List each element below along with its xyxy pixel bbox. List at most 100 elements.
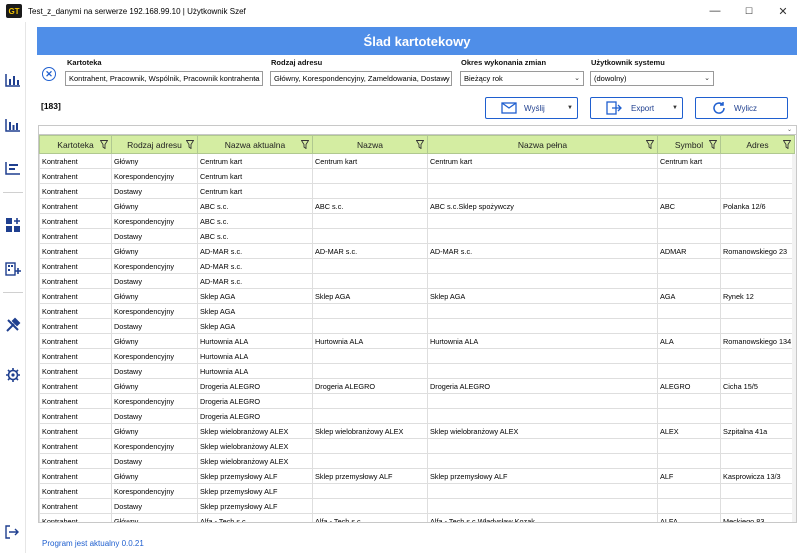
table-cell: Sklep przemysłowy ALF bbox=[427, 468, 658, 484]
table-row[interactable]: Kontrahent Główny AD-MAR s.c. AD-MAR s.c. AD… bbox=[39, 243, 795, 259]
filter-icon[interactable] bbox=[416, 140, 424, 149]
column-header[interactable]: Symbol bbox=[657, 135, 721, 154]
table-cell bbox=[657, 393, 721, 409]
table-cell bbox=[312, 213, 428, 229]
table-row[interactable]: Kontrahent Korespondencyjny Sklep wielobra… bbox=[39, 438, 795, 454]
filter-icon[interactable] bbox=[709, 140, 717, 149]
table-row[interactable]: Kontrahent Główny Sklep AGA Sklep AGA Sklep … bbox=[39, 288, 795, 304]
table-cell: Centrum kart bbox=[312, 153, 428, 169]
table-cell bbox=[427, 303, 658, 319]
table-cell: Kontrahent bbox=[39, 453, 112, 469]
table-cell bbox=[312, 453, 428, 469]
table-row[interactable]: Kontrahent Dostawy Hurtownia ALA bbox=[39, 363, 795, 379]
table-row[interactable]: Kontrahent Dostawy Drogeria ALEGRO bbox=[39, 408, 795, 424]
table-row[interactable]: Kontrahent Dostawy ABC s.c. bbox=[39, 228, 795, 244]
vertical-scrollbar[interactable] bbox=[792, 154, 796, 522]
column-header[interactable]: Adres bbox=[720, 135, 795, 154]
table-row[interactable]: Kontrahent Główny Sklep wielobranżowy ALEX… bbox=[39, 423, 795, 439]
bar-chart-icon[interactable] bbox=[3, 70, 23, 90]
column-header[interactable]: Nazwa bbox=[312, 135, 428, 154]
table-row[interactable]: Kontrahent Korespondencyjny Sklep przemysł… bbox=[39, 483, 795, 499]
table-cell: ALA bbox=[657, 333, 721, 349]
table-cell bbox=[720, 498, 795, 514]
page-title: Ślad kartotekowy bbox=[37, 27, 797, 55]
column-chart-icon[interactable] bbox=[3, 115, 23, 135]
caret-down-icon: ▼ bbox=[672, 105, 678, 111]
table-cell: Drogeria ALEGRO bbox=[312, 378, 428, 394]
table-cell bbox=[720, 153, 795, 169]
table-cell: Centrum kart bbox=[197, 183, 313, 199]
table-row[interactable]: Kontrahent Główny Hurtownia ALA Hurtownia A… bbox=[39, 333, 795, 349]
column-header[interactable]: Nazwa pełna bbox=[427, 135, 658, 154]
table-row[interactable]: Kontrahent Korespondencyjny Sklep AGA bbox=[39, 303, 795, 319]
kartoteka-select[interactable]: Kontrahent, Pracownik, Wspólnik, Pracown… bbox=[65, 71, 263, 86]
table-row[interactable]: Kontrahent Główny Alfa - Tech s.c. Alfa - T… bbox=[39, 513, 795, 522]
table-row[interactable]: Kontrahent Korespondencyjny ABC s.c. bbox=[39, 213, 795, 229]
table-row[interactable]: Kontrahent Korespondencyjny AD-MAR s.c. bbox=[39, 258, 795, 274]
table-row[interactable]: Kontrahent Korespondencyjny Centrum kart bbox=[39, 168, 795, 184]
table-row[interactable]: Kontrahent Dostawy Sklep wielobranżowy ALE… bbox=[39, 453, 795, 469]
table-cell: Korespondencyjny bbox=[111, 213, 198, 229]
export-button[interactable]: Export ▼ bbox=[590, 97, 683, 119]
grid-group-bar: ⌄ bbox=[39, 126, 796, 135]
table-cell: Kontrahent bbox=[39, 228, 112, 244]
table-cell: ABC s.c. bbox=[312, 198, 428, 214]
export-icon bbox=[605, 101, 623, 115]
tools-icon[interactable] bbox=[3, 315, 23, 335]
chevron-down-icon[interactable]: ⌄ bbox=[787, 126, 792, 133]
filter-icon[interactable] bbox=[186, 140, 194, 149]
clear-filters-button[interactable]: ✕ bbox=[42, 67, 56, 81]
table-row[interactable]: Kontrahent Dostawy Sklep przemysłowy ALF bbox=[39, 498, 795, 514]
building-add-icon[interactable] bbox=[3, 258, 23, 278]
table-row[interactable]: Kontrahent Główny Centrum kart Centrum kart… bbox=[39, 153, 795, 169]
table-row[interactable]: Kontrahent Dostawy Centrum kart bbox=[39, 183, 795, 199]
column-header[interactable]: Nazwa aktualna bbox=[197, 135, 313, 154]
send-button[interactable]: Wyślij ▼ bbox=[485, 97, 578, 119]
table-cell: Kontrahent bbox=[39, 273, 112, 289]
table-cell bbox=[720, 183, 795, 199]
filter-icon[interactable] bbox=[301, 140, 309, 149]
table-row[interactable]: Kontrahent Dostawy AD-MAR s.c. bbox=[39, 273, 795, 289]
table-cell bbox=[312, 228, 428, 244]
table-cell: AD-MAR s.c. bbox=[197, 243, 313, 259]
table-cell: Korespondencyjny bbox=[111, 438, 198, 454]
table-cell: Cicha 15/5 bbox=[720, 378, 795, 394]
table-row[interactable]: Kontrahent Główny Sklep przemysłowy ALF Skl… bbox=[39, 468, 795, 484]
table-row[interactable]: Kontrahent Dostawy Sklep AGA bbox=[39, 318, 795, 334]
table-cell: Dostawy bbox=[111, 183, 198, 199]
table-row[interactable]: Kontrahent Główny Drogeria ALEGRO Drogeria … bbox=[39, 378, 795, 394]
table-cell bbox=[427, 438, 658, 454]
filter-icon[interactable] bbox=[646, 140, 654, 149]
table-cell: Drogeria ALEGRO bbox=[197, 378, 313, 394]
maximize-button[interactable]: ☐ bbox=[732, 0, 766, 22]
gear-icon[interactable] bbox=[3, 365, 23, 385]
filter-icon[interactable] bbox=[783, 140, 791, 149]
table-cell bbox=[657, 213, 721, 229]
close-button[interactable]: ✕ bbox=[766, 0, 800, 22]
minimize-button[interactable]: — bbox=[698, 0, 732, 22]
table-cell: Kontrahent bbox=[39, 423, 112, 439]
table-row[interactable]: Kontrahent Główny ABC s.c. ABC s.c. ABC s.c.… bbox=[39, 198, 795, 214]
filter-icon[interactable] bbox=[100, 140, 108, 149]
table-cell: ALFA bbox=[657, 513, 721, 522]
okres-select[interactable]: Bieżący rok ⌄ bbox=[460, 71, 584, 86]
table-cell bbox=[657, 168, 721, 184]
column-header[interactable]: Rodzaj adresu bbox=[111, 135, 198, 154]
table-cell: Korespondencyjny bbox=[111, 348, 198, 364]
table-cell bbox=[657, 438, 721, 454]
grid-add-icon[interactable] bbox=[3, 215, 23, 235]
calculate-button[interactable]: Wylicz bbox=[695, 97, 788, 119]
uzytkownik-select[interactable]: (dowolny) ⌄ bbox=[590, 71, 714, 86]
table-cell bbox=[720, 168, 795, 184]
logout-icon[interactable] bbox=[4, 524, 22, 540]
column-header[interactable]: Kartoteka bbox=[39, 135, 112, 154]
table-cell bbox=[720, 273, 795, 289]
table-cell: AD-MAR s.c. bbox=[197, 273, 313, 289]
rodzaj-adresu-select[interactable]: Główny, Korespondencyjny, Zameldowania, … bbox=[270, 71, 452, 86]
table-row[interactable]: Kontrahent Korespondencyjny Drogeria ALEGR… bbox=[39, 393, 795, 409]
table-cell bbox=[720, 438, 795, 454]
list-tree-icon[interactable] bbox=[3, 158, 23, 178]
table-cell bbox=[657, 483, 721, 499]
table-row[interactable]: Kontrahent Korespondencyjny Hurtownia ALA bbox=[39, 348, 795, 364]
table-cell: ABC s.c.Sklep spożywczy bbox=[427, 198, 658, 214]
